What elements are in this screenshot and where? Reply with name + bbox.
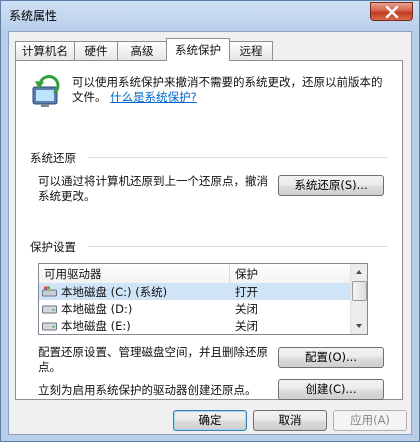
- intro-text-block: 可以使用系统保护来撤消不需要的系统更改，还原以前版本的文件。 什么是系统保护?: [72, 75, 392, 105]
- drive-row-e[interactable]: 本地磁盘 (E:) 关闭: [39, 317, 352, 334]
- drive-row-c[interactable]: 本地磁盘 (C:) (系统) 打开: [39, 283, 352, 300]
- close-button[interactable]: [370, 2, 413, 21]
- drive-protection-list[interactable]: 可用驱动器 保护 本地磁盘 (C:) (系统) 打开 本地磁盘 (D:) 关闭 …: [38, 263, 368, 335]
- tab-remote[interactable]: 远程: [229, 41, 273, 60]
- drive-name: 本地磁盘 (D:): [61, 302, 133, 316]
- system-properties-window: 系统属性 计算机名 硬件 高级 系统保护 远程 可以使用系统保护来撤消不需要的系: [0, 0, 420, 442]
- window-title: 系统属性: [9, 9, 58, 23]
- column-header-drives[interactable]: 可用驱动器: [44, 266, 102, 282]
- cancel-button[interactable]: 取消: [253, 410, 327, 431]
- group-divider: [88, 157, 388, 158]
- configure-button[interactable]: 配置(O)...: [278, 347, 384, 368]
- tab-system-protection[interactable]: 系统保护: [166, 38, 230, 61]
- scroll-down-arrow-icon[interactable]: [351, 318, 367, 334]
- tab-hardware[interactable]: 硬件: [74, 41, 118, 60]
- system-protection-panel: 可以使用系统保护来撤消不需要的系统更改，还原以前版本的文件。 什么是系统保护? …: [15, 60, 403, 400]
- what-is-system-protection-link[interactable]: 什么是系统保护?: [110, 90, 197, 104]
- drive-row-d[interactable]: 本地磁盘 (D:) 关闭: [39, 300, 352, 317]
- create-button[interactable]: 创建(C)...: [278, 379, 384, 400]
- computer-restore-icon: [32, 75, 60, 107]
- list-header: 可用驱动器 保护: [39, 264, 352, 284]
- vertical-scrollbar[interactable]: [350, 264, 367, 334]
- title-bar[interactable]: 系统属性: [1, 1, 419, 31]
- protection-settings-group-title: 保护设置: [30, 240, 76, 254]
- create-description: 立刻为启用系统保护的驱动器创建还原点。: [38, 383, 257, 397]
- tab-computer-name[interactable]: 计算机名: [15, 41, 75, 60]
- ok-button[interactable]: 确定: [173, 410, 247, 431]
- configure-description: 配置还原设置、管理磁盘空间，并且删除还原点。: [38, 345, 268, 374]
- scroll-up-arrow-icon[interactable]: [351, 264, 367, 280]
- dialog-client-area: 计算机名 硬件 高级 系统保护 远程 可以使用系统保护来撤消不需要的系统更改，还…: [8, 31, 412, 435]
- scrollbar-thumb[interactable]: [352, 281, 367, 301]
- drive-name: 本地磁盘 (C:) (系统): [61, 285, 168, 299]
- system-restore-description: 可以通过将计算机还原到上一个还原点，撤消系统更改。: [38, 174, 268, 203]
- close-icon: [385, 6, 399, 18]
- tab-advanced[interactable]: 高级: [117, 41, 167, 60]
- drive-name: 本地磁盘 (E:): [61, 319, 131, 333]
- drive-icon: [42, 322, 57, 331]
- system-restore-button[interactable]: 系统还原(S)...: [278, 175, 384, 196]
- apply-button[interactable]: 应用(A): [333, 410, 407, 431]
- system-drive-icon: [42, 286, 57, 297]
- column-header-protection[interactable]: 保护: [235, 266, 258, 282]
- drive-icon: [42, 305, 57, 314]
- drive-protection-status: 打开: [235, 285, 258, 299]
- group-divider: [88, 246, 388, 247]
- system-restore-group-title: 系统还原: [30, 151, 76, 165]
- drive-protection-status: 关闭: [235, 319, 258, 333]
- column-divider[interactable]: [229, 264, 230, 283]
- drive-protection-status: 关闭: [235, 302, 258, 316]
